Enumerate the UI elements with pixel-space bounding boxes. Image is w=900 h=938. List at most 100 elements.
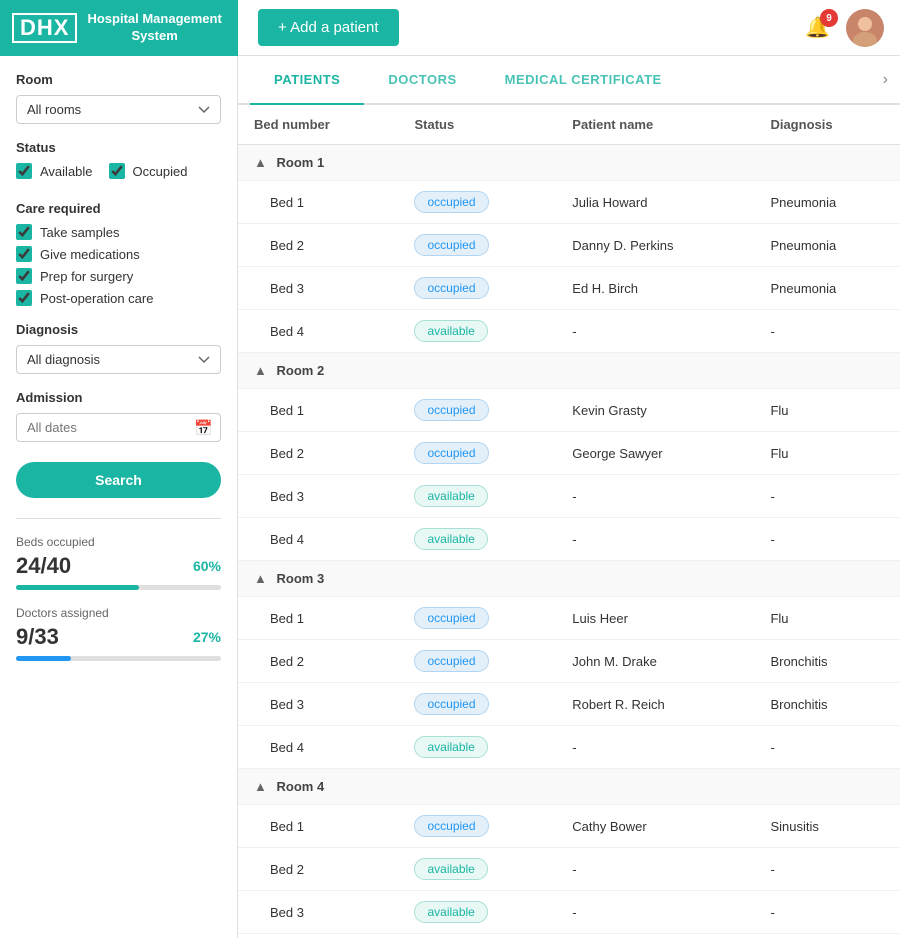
bed-number-cell: Bed 1	[238, 597, 398, 640]
table-row[interactable]: Bed 2 occupied George Sawyer Flu	[238, 432, 900, 475]
available-checkbox[interactable]	[16, 163, 32, 179]
col-status: Status	[398, 105, 556, 145]
doctors-assigned-bar	[16, 656, 221, 661]
table-row[interactable]: Bed 4 available - -	[238, 518, 900, 561]
patient-name-cell: Robert R. Reich	[556, 683, 754, 726]
room-toggle-icon[interactable]: ▲	[254, 571, 267, 586]
give-medications-label: Give medications	[40, 247, 140, 262]
occupied-label: Occupied	[133, 164, 188, 179]
status-cell: available	[398, 726, 556, 769]
status-cell: occupied	[398, 683, 556, 726]
room-toggle-icon[interactable]: ▲	[254, 779, 267, 794]
occupied-checkbox[interactable]	[109, 163, 125, 179]
col-bed-number: Bed number	[238, 105, 398, 145]
status-badge: available	[414, 901, 487, 923]
table-row[interactable]: Bed 2 available - -	[238, 848, 900, 891]
status-checkboxes: Available Occupied	[16, 163, 221, 185]
tabs-chevron-icon[interactable]: ›	[883, 71, 888, 89]
table-row[interactable]: Bed 4 available - -	[238, 726, 900, 769]
bed-number-cell: Bed 3	[238, 267, 398, 310]
status-cell: occupied	[398, 181, 556, 224]
diagnosis-select[interactable]: All diagnosis Flu Pneumonia Bronchitis S…	[16, 345, 221, 374]
diagnosis-cell: -	[754, 518, 900, 561]
table-row[interactable]: Bed 1 occupied Kevin Grasty Flu	[238, 389, 900, 432]
notifications-button[interactable]: 🔔 9	[805, 15, 830, 40]
avatar[interactable]	[846, 9, 884, 47]
doctors-assigned-value: 9/33	[16, 624, 59, 650]
post-op-checkbox[interactable]	[16, 290, 32, 306]
status-badge: occupied	[414, 815, 488, 837]
table-room-row: ▲ Room 1	[238, 145, 900, 181]
table-row[interactable]: Bed 1 occupied Luis Heer Flu	[238, 597, 900, 640]
room-section: Room All rooms Room 1 Room 2 Room 3 Room…	[16, 72, 221, 124]
logo-icon: DHX	[12, 13, 77, 43]
patient-name-cell: -	[556, 726, 754, 769]
table-row[interactable]: Bed 4 available - -	[238, 934, 900, 938]
tab-patients[interactable]: PATIENTS	[250, 56, 364, 105]
patient-name-cell: Danny D. Perkins	[556, 224, 754, 267]
care-item-0: Take samples	[16, 224, 221, 240]
status-cell: available	[398, 848, 556, 891]
date-input-wrapper: 📅	[16, 413, 221, 442]
table-row[interactable]: Bed 3 available - -	[238, 891, 900, 934]
tab-medical-certificate[interactable]: MEDICAL CERTIFICATE	[481, 56, 686, 105]
prep-surgery-checkbox[interactable]	[16, 268, 32, 284]
post-op-label: Post-operation care	[40, 291, 153, 306]
room-select[interactable]: All rooms Room 1 Room 2 Room 3 Room 4	[16, 95, 221, 124]
doctors-assigned-label: Doctors assigned	[16, 606, 221, 620]
diagnosis-cell: Bronchitis	[754, 640, 900, 683]
sidebar-stats: Beds occupied 24/40 60% Doctors assigned…	[16, 518, 221, 661]
table-row[interactable]: Bed 2 occupied Danny D. Perkins Pneumoni…	[238, 224, 900, 267]
beds-occupied-row: 24/40 60%	[16, 553, 221, 579]
status-badge: occupied	[414, 650, 488, 672]
tabs-bar: PATIENTS DOCTORS MEDICAL CERTIFICATE ›	[238, 56, 900, 105]
table-row[interactable]: Bed 3 occupied Ed H. Birch Pneumonia	[238, 267, 900, 310]
add-patient-button[interactable]: + Add a patient	[258, 9, 399, 46]
patient-name-cell: Julia Howard	[556, 181, 754, 224]
room-name: Room 1	[277, 155, 325, 170]
status-cell: available	[398, 934, 556, 938]
bed-number-cell: Bed 3	[238, 475, 398, 518]
take-samples-checkbox[interactable]	[16, 224, 32, 240]
give-medications-checkbox[interactable]	[16, 246, 32, 262]
patient-name-cell: -	[556, 475, 754, 518]
table-row[interactable]: Bed 2 occupied John M. Drake Bronchitis	[238, 640, 900, 683]
patient-name-cell: -	[556, 891, 754, 934]
header-right: 🔔 9	[805, 9, 900, 47]
header: DHX Hospital Management System + Add a p…	[0, 0, 900, 56]
logo-area: DHX Hospital Management System	[0, 0, 238, 56]
sidebar: Room All rooms Room 1 Room 2 Room 3 Room…	[0, 56, 238, 938]
tab-doctors[interactable]: DOCTORS	[364, 56, 480, 105]
diagnosis-cell: -	[754, 475, 900, 518]
table-row[interactable]: Bed 1 occupied Julia Howard Pneumonia	[238, 181, 900, 224]
diagnosis-cell: -	[754, 726, 900, 769]
doctors-assigned-bar-fill	[16, 656, 71, 661]
diagnosis-cell: -	[754, 310, 900, 353]
room-toggle-icon[interactable]: ▲	[254, 363, 267, 378]
status-badge: occupied	[414, 399, 488, 421]
bed-number-cell: Bed 2	[238, 432, 398, 475]
beds-occupied-value: 24/40	[16, 553, 71, 579]
care-label: Care required	[16, 201, 221, 216]
doctors-assigned-row: 9/33 27%	[16, 624, 221, 650]
care-item-3: Post-operation care	[16, 290, 221, 306]
table-row[interactable]: Bed 4 available - -	[238, 310, 900, 353]
diagnosis-cell: Bronchitis	[754, 683, 900, 726]
status-cell: available	[398, 310, 556, 353]
available-checkbox-row: Available	[16, 163, 93, 179]
table-row[interactable]: Bed 3 available - -	[238, 475, 900, 518]
patient-name-cell: George Sawyer	[556, 432, 754, 475]
status-badge: occupied	[414, 234, 488, 256]
search-button[interactable]: Search	[16, 462, 221, 498]
table-row[interactable]: Bed 3 occupied Robert R. Reich Bronchiti…	[238, 683, 900, 726]
room-toggle-icon[interactable]: ▲	[254, 155, 267, 170]
col-patient-name: Patient name	[556, 105, 754, 145]
diagnosis-cell: -	[754, 934, 900, 938]
admission-date-input[interactable]	[16, 413, 221, 442]
table-row[interactable]: Bed 1 occupied Cathy Bower Sinusitis	[238, 805, 900, 848]
status-cell: occupied	[398, 389, 556, 432]
patient-name-cell: Cathy Bower	[556, 805, 754, 848]
bed-number-cell: Bed 2	[238, 224, 398, 267]
beds-occupied-label: Beds occupied	[16, 535, 221, 549]
beds-occupied-bar	[16, 585, 221, 590]
